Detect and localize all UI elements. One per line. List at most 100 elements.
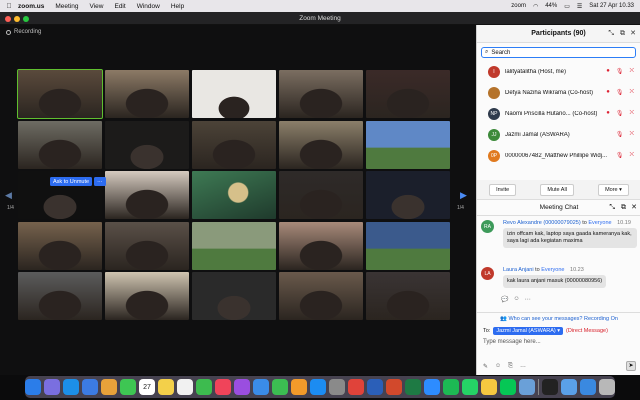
video-tile[interactable] xyxy=(18,221,102,270)
control-center-icon[interactable]: ☰ xyxy=(577,3,582,10)
podcasts-icon[interactable] xyxy=(234,379,250,395)
clock[interactable]: Sat 27 Apr 10.33 xyxy=(589,3,634,9)
video-tile[interactable] xyxy=(366,171,450,219)
send-button[interactable]: ➤ xyxy=(626,361,636,371)
notes-icon[interactable] xyxy=(158,379,174,395)
mute-all-button[interactable]: Mute All xyxy=(540,183,574,196)
video-tile[interactable] xyxy=(192,171,276,219)
video-off-icon[interactable]: ⛌ xyxy=(630,110,634,117)
video-tile[interactable] xyxy=(192,70,276,118)
video-off-icon[interactable]: ⛌ xyxy=(630,68,634,75)
chrome-icon[interactable] xyxy=(348,379,364,395)
reply-icon[interactable]: 💬 xyxy=(501,296,508,303)
chat-popout-icon[interactable]: ⧉ xyxy=(621,200,626,216)
video-tile[interactable] xyxy=(18,272,102,320)
video-tile[interactable] xyxy=(279,70,363,118)
invite-button[interactable]: Invite xyxy=(489,183,517,196)
previous-page-arrow-icon[interactable]: ◀ xyxy=(5,190,12,201)
participant-search-input[interactable]: ⌕ Search xyxy=(481,47,636,58)
folder-icon[interactable] xyxy=(561,379,577,395)
video-tile[interactable] xyxy=(366,70,450,118)
safari-icon[interactable] xyxy=(63,379,79,395)
recording-indicator[interactable]: Recording xyxy=(6,29,41,35)
mic-muted-icon[interactable]: 🎙 xyxy=(616,89,624,96)
mic-muted-icon[interactable]: 🎙 xyxy=(616,110,624,117)
close-panel-icon[interactable]: ✕ xyxy=(630,25,636,43)
collapse-icon[interactable]: ⤡ xyxy=(608,25,614,43)
tile-more-button[interactable]: ··· xyxy=(94,177,106,186)
video-tile[interactable] xyxy=(192,221,276,270)
video-tile[interactable] xyxy=(105,221,189,270)
menu-meeting[interactable]: Meeting xyxy=(55,3,78,10)
video-tile[interactable] xyxy=(105,272,189,320)
file-icon[interactable]: ⎘ xyxy=(508,363,513,370)
participant-row[interactable]: Detya Naziha Wikrama (Co-host) ● 🎙 ⛌ xyxy=(477,82,640,103)
video-off-icon[interactable]: ⛌ xyxy=(630,89,634,96)
calendar-icon[interactable]: 27 xyxy=(139,379,155,395)
settings-icon[interactable] xyxy=(329,379,345,395)
preview-icon[interactable] xyxy=(519,379,535,395)
video-tile[interactable] xyxy=(279,221,363,270)
wifi-icon[interactable]: ◠ xyxy=(533,3,538,10)
mic-muted-icon[interactable]: 🎙 xyxy=(616,68,624,75)
reminders-icon[interactable] xyxy=(177,379,193,395)
recipient-select[interactable]: Jazmi Jamal (ASWARA) ▾ xyxy=(493,327,564,335)
chat-message-input[interactable]: Type message here... xyxy=(483,339,541,345)
video-tile[interactable] xyxy=(18,120,102,169)
chat-close-icon[interactable]: ✕ xyxy=(631,200,637,216)
video-tile[interactable] xyxy=(279,120,363,169)
menu-edit[interactable]: Edit xyxy=(114,3,125,10)
photos-icon[interactable] xyxy=(101,379,117,395)
numbers-icon[interactable] xyxy=(272,379,288,395)
powerpoint-icon[interactable] xyxy=(386,379,402,395)
music-icon[interactable] xyxy=(215,379,231,395)
ask-to-unmute-button[interactable]: Ask to Unmute xyxy=(50,177,93,186)
menu-help[interactable]: Help xyxy=(171,3,184,10)
emoji-icon[interactable]: ☺ xyxy=(495,363,501,370)
maximize-window-button[interactable] xyxy=(23,15,29,22)
participant-row[interactable]: NP Naomi Priscilla Hutano... (Co-host) ● 🎙 ⛌ xyxy=(477,103,640,124)
menu-zoom-us[interactable]: zoom.us xyxy=(18,3,44,10)
word-icon[interactable] xyxy=(367,379,383,395)
finder-icon[interactable] xyxy=(25,379,41,395)
zoom-icon[interactable] xyxy=(424,379,440,395)
zoom-status-icon[interactable]: zoom xyxy=(511,3,526,9)
video-tile[interactable] xyxy=(279,171,363,219)
mail-icon[interactable] xyxy=(82,379,98,395)
terminal-icon[interactable] xyxy=(542,379,558,395)
excel-icon[interactable] xyxy=(405,379,421,395)
appstore-icon[interactable] xyxy=(310,379,326,395)
trash-icon[interactable] xyxy=(599,379,615,395)
launchpad-icon[interactable] xyxy=(44,379,60,395)
facetime-icon[interactable] xyxy=(196,379,212,395)
video-tile[interactable] xyxy=(192,120,276,169)
video-tile[interactable] xyxy=(105,120,189,169)
menu-view[interactable]: View xyxy=(90,3,104,10)
video-tile[interactable] xyxy=(192,272,276,320)
who-can-see-notice[interactable]: 👥 Who can see your messages? Recording O… xyxy=(477,312,640,322)
whatsapp-icon[interactable] xyxy=(462,379,478,395)
pop-out-icon[interactable]: ⧉ xyxy=(620,25,625,43)
video-tile[interactable] xyxy=(105,171,189,219)
mic-muted-icon[interactable]: 🎙 xyxy=(616,131,624,138)
video-tile[interactable] xyxy=(366,272,450,320)
more-icon[interactable]: ⋯ xyxy=(525,296,531,303)
line-icon[interactable] xyxy=(500,379,516,395)
participant-row[interactable]: JJ Jazmi Jamal (ASWARA) 🎙 ⛌ xyxy=(477,124,640,145)
video-tile[interactable] xyxy=(366,221,450,270)
participant-row[interactable]: 0P 00000067482_Matthew Phillipe Widj... 🎙 ⛌ xyxy=(477,145,640,166)
video-off-icon[interactable]: ⛌ xyxy=(630,131,634,138)
battery-icon[interactable]: ▭ xyxy=(564,3,570,10)
chat-collapse-icon[interactable]: ⤡ xyxy=(609,200,615,216)
format-icon[interactable]: ✎ xyxy=(483,363,488,370)
pages-icon[interactable] xyxy=(291,379,307,395)
notes2-icon[interactable] xyxy=(481,379,497,395)
participant-row[interactable]: Ilalityatalitha (Host, me) ● 🎙 ⛌ xyxy=(477,61,640,82)
menu-window[interactable]: Window xyxy=(137,3,160,10)
more-options-icon[interactable]: … xyxy=(520,363,526,370)
downloads-icon[interactable] xyxy=(580,379,596,395)
video-off-icon[interactable]: ⛌ xyxy=(630,152,634,159)
spotify-icon[interactable] xyxy=(443,379,459,395)
video-tile[interactable] xyxy=(105,70,189,118)
video-tile[interactable] xyxy=(279,272,363,320)
